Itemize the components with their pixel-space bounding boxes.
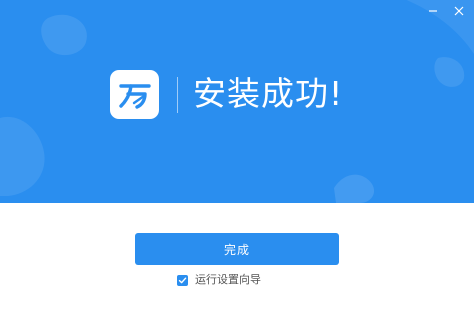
run-wizard-checkbox[interactable] bbox=[177, 274, 188, 286]
app-logo-icon bbox=[118, 83, 151, 109]
success-title: 安装成功! bbox=[193, 74, 344, 113]
close-icon bbox=[454, 6, 464, 16]
title-divider bbox=[177, 77, 178, 113]
app-logo bbox=[110, 70, 159, 119]
finish-button[interactable]: 完成 bbox=[135, 233, 339, 265]
minimize-icon bbox=[429, 10, 437, 12]
run-wizard-option[interactable]: 运行设置向导 bbox=[177, 273, 261, 287]
minimize-button[interactable] bbox=[426, 4, 440, 18]
checkmark-icon bbox=[178, 277, 187, 283]
run-wizard-label: 运行设置向导 bbox=[195, 273, 261, 286]
success-banner: 安装成功! bbox=[0, 0, 474, 203]
window-controls bbox=[426, 4, 466, 18]
close-button[interactable] bbox=[452, 4, 466, 18]
installer-window: 安装成功! 完成 运行设置向导 bbox=[0, 0, 474, 323]
